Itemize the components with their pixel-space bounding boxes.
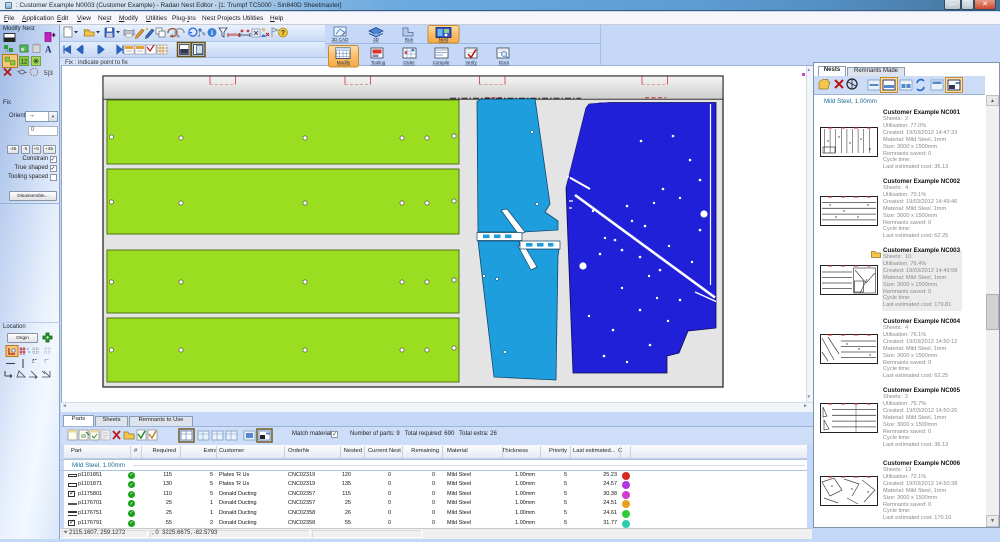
svg-text:A: A (45, 45, 52, 55)
svg-text:Verify: Verify (465, 60, 477, 65)
svg-text:Compile: Compile (433, 60, 450, 65)
svg-text:Docs: Docs (499, 60, 510, 65)
svg-text:12: 12 (21, 60, 28, 66)
svg-text:Run: Run (405, 37, 414, 42)
svg-text:i: i (211, 29, 213, 37)
svg-text:?: ? (281, 30, 285, 37)
svg-text:3D: 3D (373, 37, 380, 42)
svg-text:2D CAD: 2D CAD (332, 37, 350, 42)
svg-text:Tooling: Tooling (371, 60, 386, 65)
svg-text:Order: Order (403, 60, 415, 65)
svg-text:5|3: 5|3 (44, 70, 53, 77)
svg-text:Modify: Modify (337, 60, 351, 65)
